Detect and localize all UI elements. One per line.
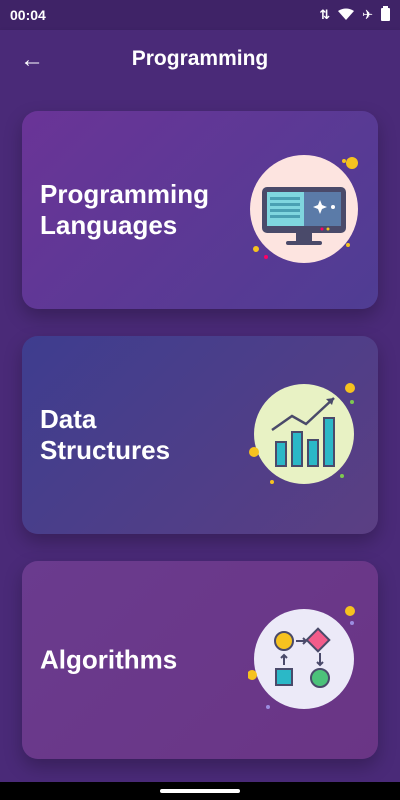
card-label: Programming Languages [40,179,210,240]
computer-monitor-icon [250,155,358,263]
page-title: Programming [131,47,269,70]
signal-icon: ⇅ [319,7,331,22]
bar-chart-growth-icon [249,383,355,484]
status-icons: ⇅ ✈ [319,6,390,24]
status-time: 00:04 [10,7,46,23]
arrow-left-icon: ← [20,46,44,73]
home-gesture-handle[interactable] [160,789,240,793]
category-list: Programming Languages Data Structures Al… [0,88,400,782]
wifi-icon [338,8,355,23]
card-programming-languages[interactable]: Programming Languages [22,111,378,309]
status-bar: 00:04 ⇅ ✈ [0,0,400,30]
system-nav-bar [0,782,400,800]
airplane-mode-icon: ✈ [362,7,373,22]
card-data-structures[interactable]: Data Structures [22,336,378,534]
back-button[interactable]: ← [18,46,46,74]
card-label: Data Structures [40,404,171,465]
algorithm-flow-icon [248,606,355,709]
battery-icon [381,6,390,24]
card-label: Algorithms [40,644,178,675]
app-bar: ← Programming [0,30,400,88]
card-algorithms[interactable]: Algorithms [22,561,378,759]
